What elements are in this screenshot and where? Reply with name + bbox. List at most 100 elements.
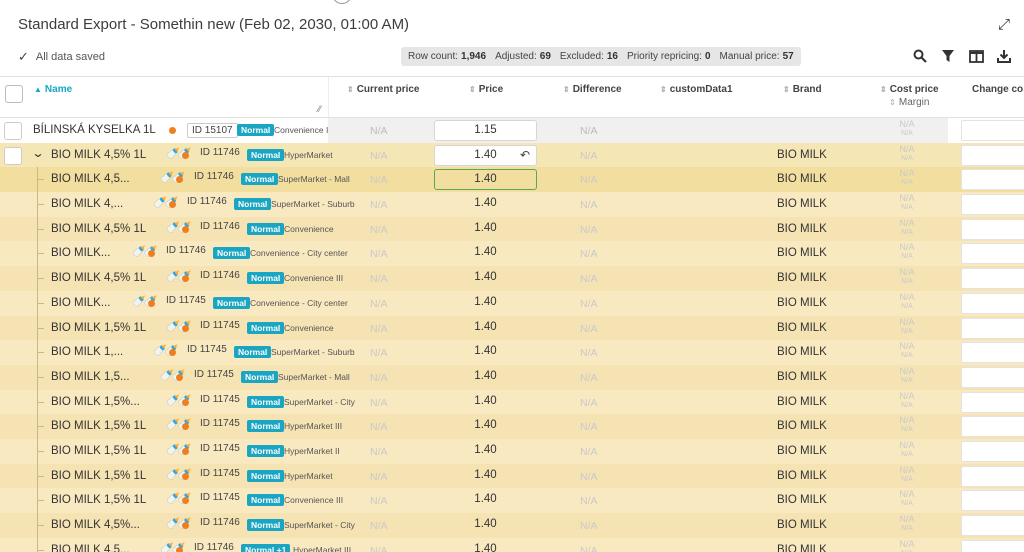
product-name[interactable]: BIO MILK 4,5%...	[51, 519, 140, 531]
price-input[interactable]: 1.40	[434, 318, 537, 339]
column-header-cost-price[interactable]: ⇕ Cost price ⇕ Margin	[880, 84, 939, 108]
table-row[interactable]: BIO MILK 1,5% 1L 🍼🍼 ID 11745 Normal HyperMar…	[0, 438, 1024, 464]
fullscreen-icon[interactable]: ⤢	[998, 16, 1010, 33]
column-header-price[interactable]: ⇕ Price	[469, 84, 503, 95]
change-input[interactable]	[961, 539, 1024, 552]
table-row[interactable]: BIO MILK 1,5%... 🍼🍼 ID 11745 Normal SuperMar…	[0, 389, 1024, 415]
change-input[interactable]	[961, 342, 1024, 364]
change-input[interactable]	[961, 243, 1024, 265]
product-name[interactable]: BIO MILK...	[51, 297, 110, 309]
product-name[interactable]: BIO MILK 1,5%...	[51, 396, 140, 408]
table-row[interactable]: BIO MILK 1,... 🍼🍼 ID 11745 Normal SuperMarke…	[0, 340, 1024, 365]
price-input[interactable]: 1.40	[434, 416, 537, 437]
product-name[interactable]: BIO MILK 4,5% 1L	[51, 149, 146, 161]
price-input[interactable]: 1.40	[434, 490, 537, 511]
product-name[interactable]: BIO MILK 1,5% 1L	[51, 445, 146, 457]
price-input[interactable]: 1.40	[434, 540, 537, 552]
product-name[interactable]: BIO MILK 1,5% 1L	[51, 494, 146, 506]
price-input[interactable]: 1.40	[434, 268, 537, 289]
product-name[interactable]: BIO MILK 1,5% 1L	[51, 420, 146, 432]
price-input[interactable]: 1.40	[434, 367, 537, 388]
price-input[interactable]: 1.40	[434, 392, 537, 413]
change-input[interactable]	[961, 268, 1024, 290]
change-input[interactable]	[961, 440, 1024, 462]
collapse-handle-icon[interactable]: ×	[332, 0, 352, 4]
change-input[interactable]	[961, 465, 1024, 487]
price-input[interactable]: 1.15	[434, 120, 537, 141]
change-input[interactable]	[961, 490, 1024, 512]
table-row[interactable]: BIO MILK 4,5% 1L 🍼🍼 ID 11746 Normal Convenie…	[0, 266, 1024, 291]
column-header-customdata1[interactable]: ⇕ customData1	[660, 84, 733, 95]
change-input[interactable]	[961, 317, 1024, 339]
column-header-difference[interactable]: ⇕ Difference	[563, 84, 622, 95]
product-id: ID 11745	[200, 393, 240, 405]
change-input[interactable]	[961, 120, 1024, 141]
price-input[interactable]: 1.40	[434, 342, 537, 363]
row-checkbox[interactable]	[4, 122, 22, 140]
table-row[interactable]: BIO MILK 4,... 🍼🍼 ID 11746 Normal SuperMarke…	[0, 192, 1024, 217]
column-header-current-price[interactable]: ⇕ Current price	[347, 84, 420, 95]
change-input[interactable]	[961, 366, 1024, 388]
product-name[interactable]: BIO MILK 4,...	[51, 198, 123, 210]
tree-connector	[37, 438, 44, 464]
product-name[interactable]: BIO MILK 1,5...	[51, 371, 130, 383]
product-name[interactable]: BIO MILK...	[51, 247, 110, 259]
product-name[interactable]: BIO MILK 4,5...	[51, 173, 130, 185]
product-name[interactable]: BIO MILK 4,5...	[51, 544, 130, 552]
change-input[interactable]	[961, 515, 1024, 536]
filter-icon[interactable]	[940, 47, 956, 65]
change-input[interactable]	[961, 144, 1024, 166]
current-price-value: N/A	[370, 248, 388, 261]
column-label: Current price	[356, 84, 420, 95]
columns-icon[interactable]	[968, 47, 984, 65]
table-row[interactable]: BIO MILK... 🍼🍼 ID 11745 Normal Convenience -…	[0, 290, 1024, 316]
change-input[interactable]	[961, 169, 1024, 191]
column-header-change[interactable]: Change co	[972, 84, 1023, 95]
price-input[interactable]: 1.40	[434, 219, 537, 240]
product-name[interactable]: BIO MILK 1,5% 1L	[51, 470, 146, 482]
product-name[interactable]: BIO MILK 1,5% 1L	[51, 322, 146, 334]
product-name[interactable]: BIO MILK 4,5% 1L	[51, 223, 146, 235]
column-header-brand[interactable]: ⇕ Brand	[783, 84, 822, 95]
row-checkbox[interactable]	[4, 146, 22, 165]
price-input[interactable]: 1.40	[434, 515, 537, 536]
product-name[interactable]: BIO MILK 4,5% 1L	[51, 272, 146, 284]
table-row[interactable]: BIO MILK 4,5% 1L 🍼🍼 ID 11746 Normal Convenie…	[0, 216, 1024, 242]
table-row[interactable]: BIO MILK 1,5% 1L 🍼🍼 ID 11745 Normal Convenie…	[0, 488, 1024, 513]
price-input[interactable]: 1.40	[434, 293, 537, 314]
change-input[interactable]	[961, 194, 1024, 216]
price-input[interactable]: 1.40	[434, 194, 537, 215]
table-row[interactable]: BIO MILK... 🍼🍼 ID 11746 Normal Convenience -…	[0, 241, 1024, 267]
select-all-checkbox[interactable]	[5, 85, 23, 103]
tree-connector	[37, 266, 44, 291]
price-input[interactable]: 1.40 ↶	[434, 144, 537, 166]
change-input[interactable]	[961, 292, 1024, 314]
resize-handle-icon[interactable]: ⁄⁄	[318, 104, 321, 114]
price-input[interactable]: 1.40	[434, 466, 537, 487]
column-header-name[interactable]: ▲ Name	[34, 84, 72, 95]
table-row[interactable]: BIO MILK 4,5... 🍼🍼 ID 11746 Normal +1 HyperM…	[0, 537, 1024, 552]
table-row[interactable]: BIO MILK 1,5% 1L 🍼🍼 ID 11745 Normal HyperMar…	[0, 463, 1024, 489]
change-input[interactable]	[961, 391, 1024, 413]
undo-icon[interactable]: ↶	[520, 146, 530, 165]
tree-connector	[37, 537, 44, 552]
price-input[interactable]: 1.40	[434, 169, 537, 191]
product-name[interactable]: BIO MILK 1,...	[51, 346, 123, 358]
table-row[interactable]: BIO MILK 4,5%... 🍼🍼 ID 11746 Normal SuperMar…	[0, 513, 1024, 538]
product-name[interactable]: BÍLINSKÁ KYSELKA 1L	[33, 124, 156, 136]
change-input[interactable]	[961, 416, 1024, 438]
table-row[interactable]: BÍLINSKÁ KYSELKA 1L ID 15107 Normal Conveni…	[0, 118, 1024, 143]
price-input[interactable]: 1.40	[434, 243, 537, 264]
status-badge: Normal	[247, 494, 285, 507]
change-input[interactable]	[961, 218, 1024, 240]
table-row[interactable]: ⌄ BIO MILK 4,5% 1L 🍼🍼 ID 11746 Normal HyperMa…	[0, 142, 1024, 168]
collapse-chevron-icon[interactable]: ⌄	[31, 146, 44, 160]
column-subheader-margin[interactable]: ⇕ Margin	[880, 97, 939, 108]
download-icon[interactable]	[996, 47, 1012, 65]
table-row[interactable]: BIO MILK 1,5% 1L 🍼🍼 ID 11745 Normal HyperMar…	[0, 414, 1024, 439]
table-row[interactable]: BIO MILK 1,5% 1L 🍼🍼 ID 11745 Normal Convenie…	[0, 315, 1024, 341]
table-row[interactable]: BIO MILK 1,5... 🍼🍼 ID 11745 Normal SuperMark…	[0, 364, 1024, 390]
table-row[interactable]: BIO MILK 4,5... 🍼🍼 ID 11746 Normal SuperMark…	[0, 167, 1024, 193]
price-input[interactable]: 1.40	[434, 441, 537, 462]
search-icon[interactable]	[912, 47, 928, 65]
